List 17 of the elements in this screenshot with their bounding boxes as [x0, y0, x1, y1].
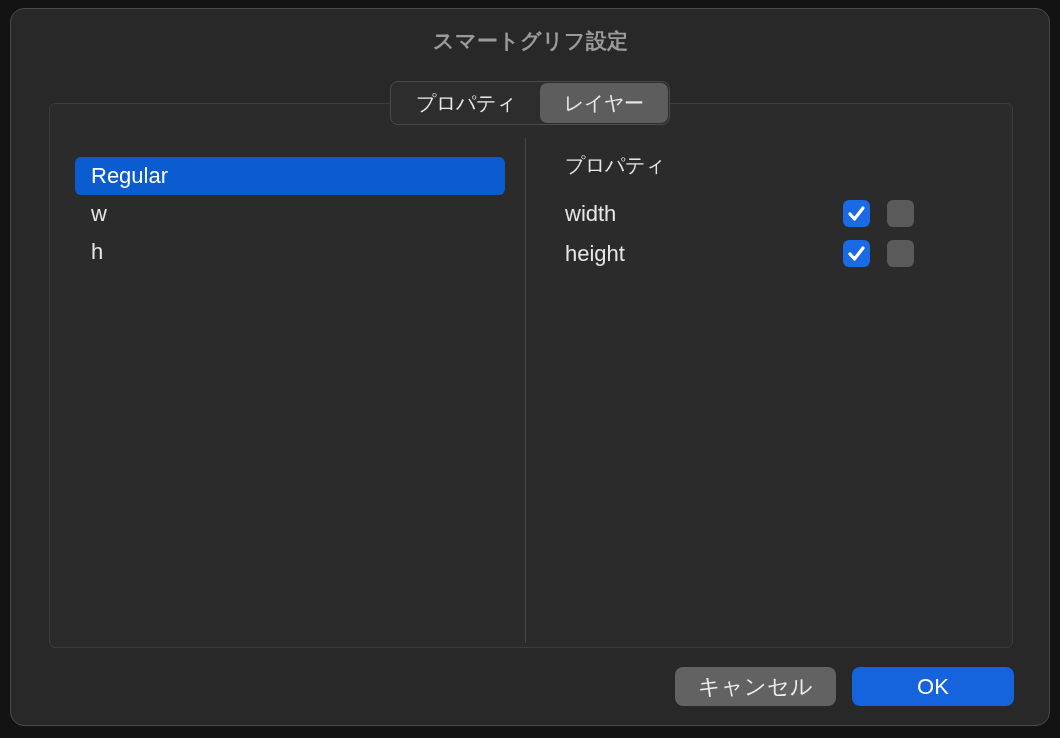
property-label: height: [565, 240, 626, 267]
window-title: スマートグリフ設定: [432, 28, 628, 54]
ok-button[interactable]: OK: [852, 667, 1014, 706]
checkbox[interactable]: [843, 240, 870, 267]
section-heading: プロパティ: [565, 153, 666, 178]
checkmark-icon: [847, 205, 866, 222]
checkmark-icon: [847, 245, 866, 262]
tab[interactable]: プロパティ: [392, 83, 540, 123]
layer-item[interactable]: Regular: [75, 157, 505, 195]
property-label: width: [565, 200, 618, 227]
layer-item[interactable]: h: [75, 233, 505, 271]
layer-item[interactable]: w: [75, 195, 505, 233]
checkbox[interactable]: [887, 200, 914, 227]
checkbox[interactable]: [887, 240, 914, 267]
checkbox[interactable]: [843, 200, 870, 227]
tab[interactable]: レイヤー: [540, 83, 668, 123]
cancel-button[interactable]: キャンセル: [675, 667, 836, 706]
